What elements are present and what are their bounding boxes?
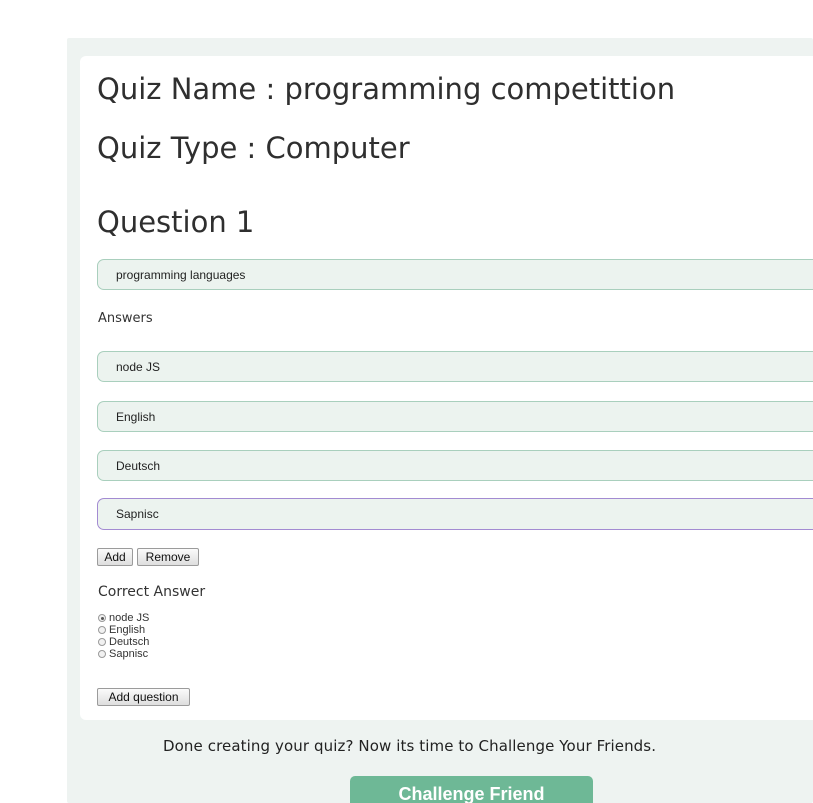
add-question-button[interactable]: Add question (97, 688, 190, 706)
correct-answer-option-label: node JS (109, 612, 150, 624)
radio-button[interactable] (98, 626, 106, 634)
radio-button[interactable] (98, 614, 106, 622)
answer-input-3[interactable] (97, 450, 813, 481)
challenge-friend-button[interactable]: Challenge Friend (350, 776, 593, 803)
add-answer-button[interactable]: Add (97, 548, 133, 566)
radio-button[interactable] (98, 650, 106, 658)
correct-answer-option[interactable]: Deutsch (98, 636, 149, 648)
answers-label: Answers (98, 311, 153, 326)
quiz-name-heading: Quiz Name : programming competittion (97, 72, 676, 106)
answer-input-4[interactable] (97, 498, 813, 530)
correct-answer-option[interactable]: node JS (98, 612, 149, 624)
remove-answer-button[interactable]: Remove (137, 548, 199, 566)
done-creating-message: Done creating your quiz? Now its time to… (163, 737, 657, 755)
radio-button[interactable] (98, 638, 106, 646)
question-heading: Question 1 (97, 205, 255, 239)
correct-answer-option-label: English (109, 624, 146, 636)
correct-answer-option-label: Sapnisc (109, 648, 149, 660)
correct-answer-radio-group: node JS English Deutsch Sapnisc (98, 612, 149, 660)
correct-answer-label: Correct Answer (98, 584, 206, 600)
correct-answer-option[interactable]: English (98, 624, 149, 636)
correct-answer-option[interactable]: Sapnisc (98, 648, 149, 660)
correct-answer-option-label: Deutsch (109, 636, 150, 648)
question-text-input[interactable] (97, 259, 813, 290)
answer-input-2[interactable] (97, 401, 813, 432)
page: Quiz Name : programming competittion Qui… (0, 0, 813, 803)
answer-input-1[interactable] (97, 351, 813, 382)
quiz-type-heading: Quiz Type : Computer (97, 131, 410, 165)
